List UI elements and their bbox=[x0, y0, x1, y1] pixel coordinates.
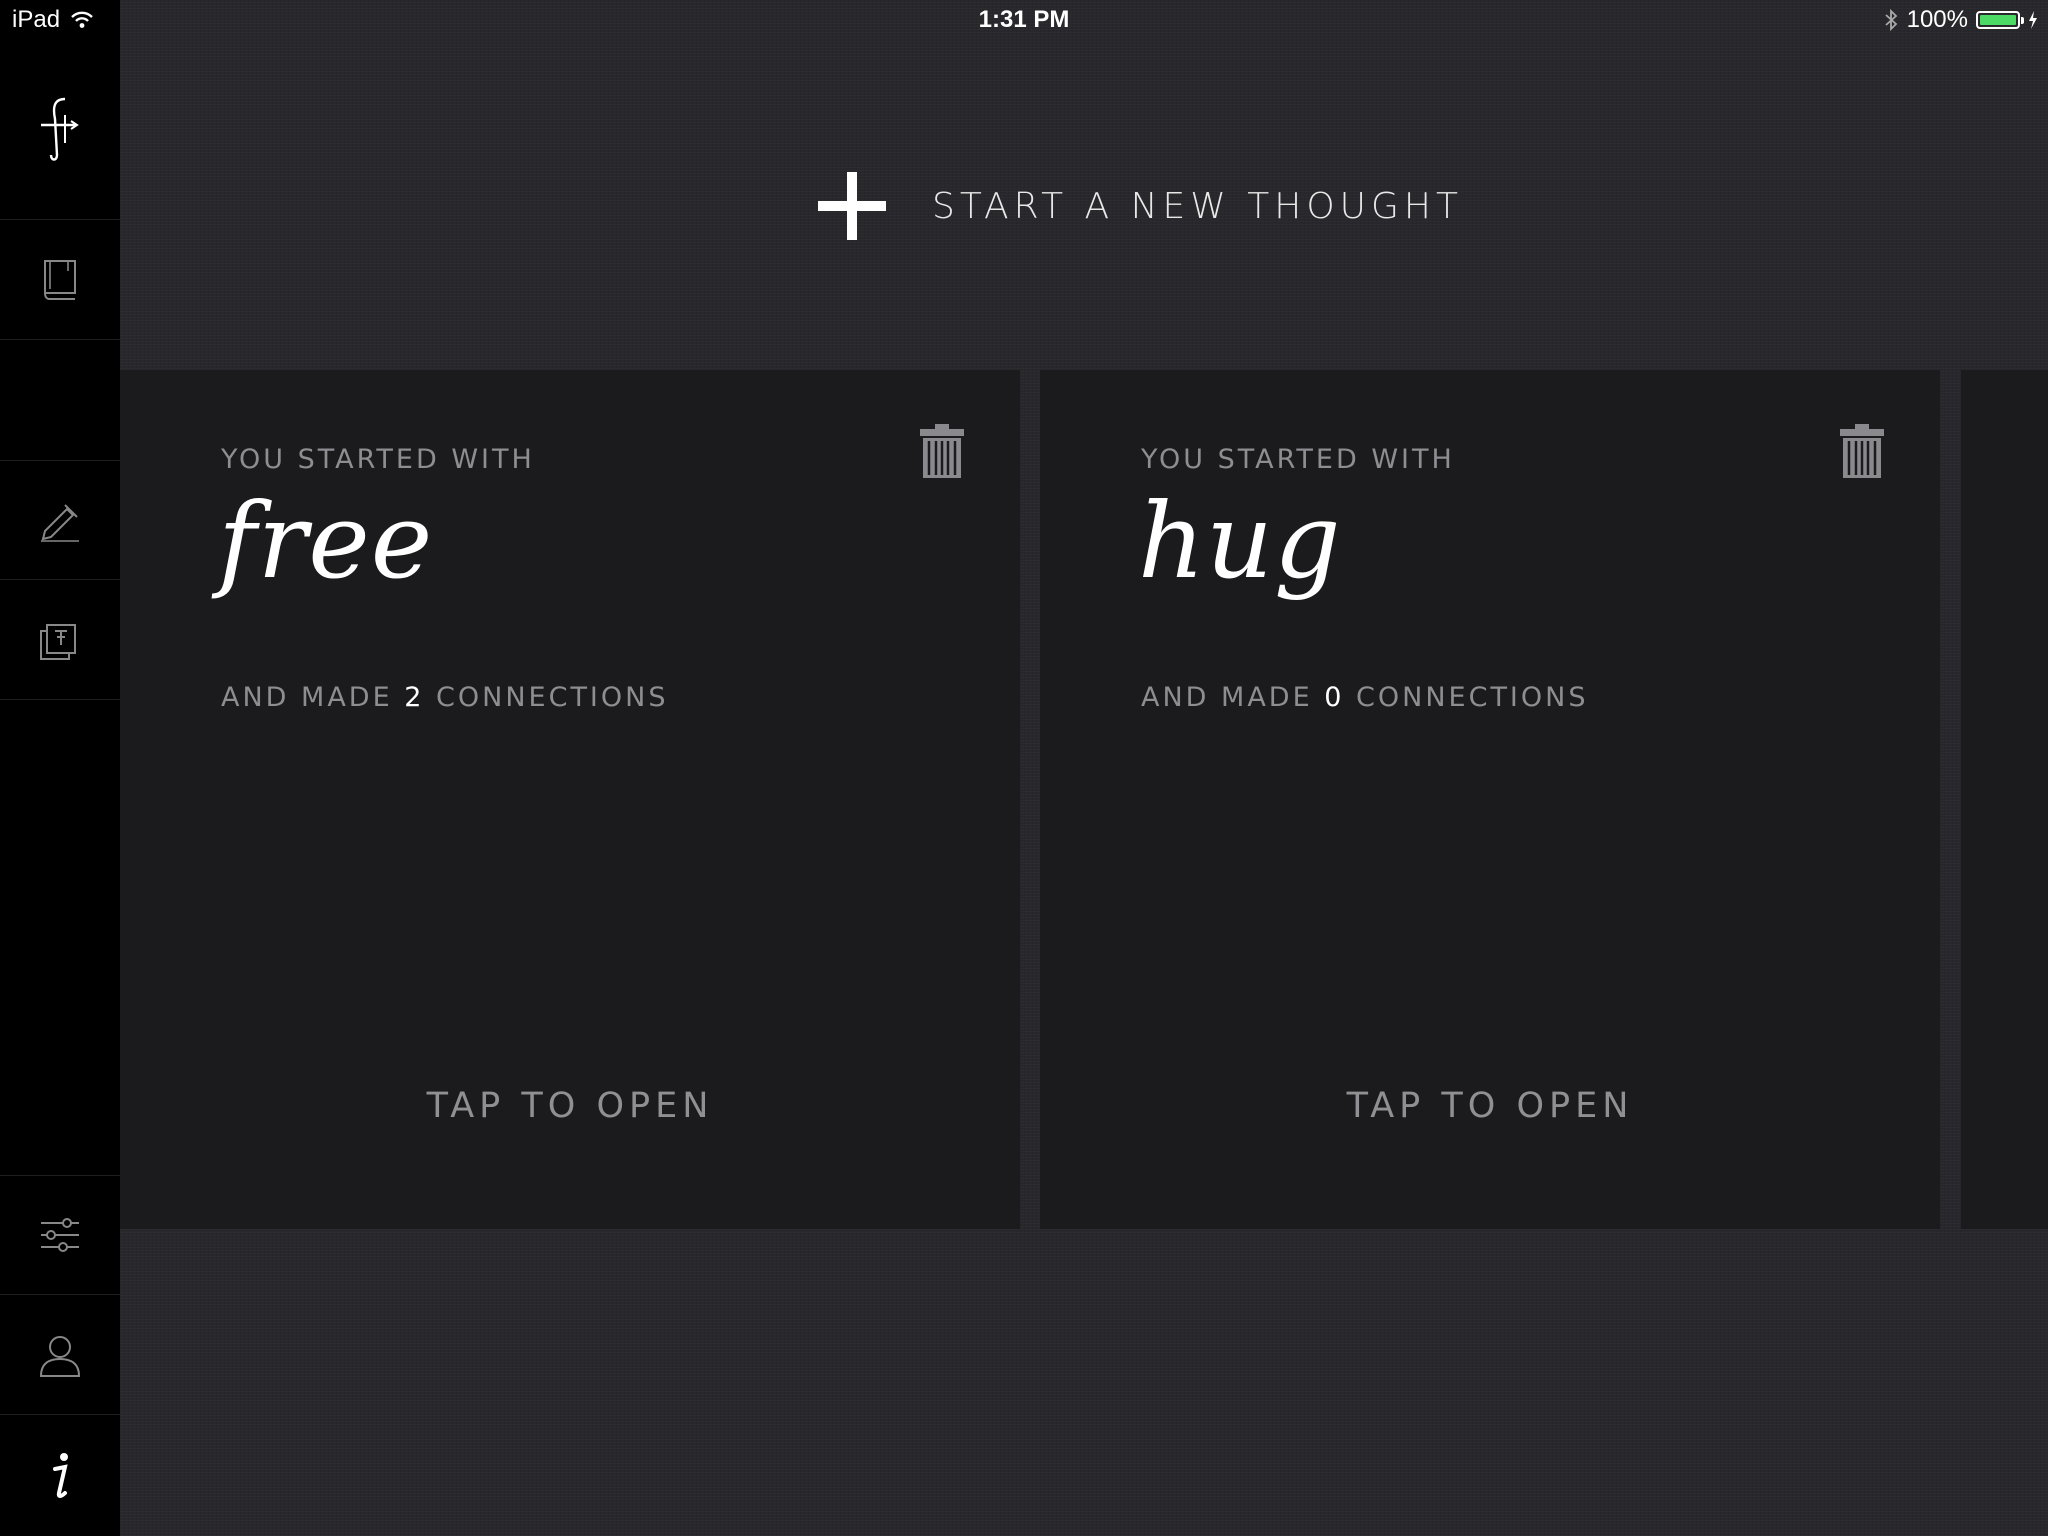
pen-icon bbox=[41, 504, 79, 542]
person-icon bbox=[39, 1335, 81, 1377]
tap-to-open-label[interactable]: TAP TO OPEN bbox=[1040, 1086, 1940, 1126]
sidebar-item-info[interactable] bbox=[0, 1415, 120, 1536]
trash-icon[interactable] bbox=[1840, 424, 1884, 478]
card-eyebrow: YOU STARTED WITH bbox=[221, 444, 535, 475]
card-word: free bbox=[218, 480, 434, 602]
thought-card-partial[interactable] bbox=[1961, 370, 2048, 1229]
info-icon bbox=[53, 1452, 68, 1498]
card-connections: AND MADE 2 CONNECTIONS bbox=[221, 682, 669, 713]
tap-to-open-label[interactable]: TAP TO OPEN bbox=[120, 1086, 1020, 1126]
connections-suffix: CONNECTIONS bbox=[1356, 682, 1589, 713]
status-bar: iPad 1:31 PM 100% bbox=[0, 0, 2048, 40]
connections-suffix: CONNECTIONS bbox=[436, 682, 669, 713]
new-thought-label: START A NEW THOUGHT bbox=[932, 185, 1463, 227]
new-thought-button[interactable]: START A NEW THOUGHT bbox=[818, 172, 1463, 240]
charging-icon bbox=[2029, 11, 2037, 29]
plus-icon bbox=[818, 172, 886, 240]
sidebar-item-library[interactable] bbox=[0, 220, 120, 340]
connections-prefix: AND MADE bbox=[221, 682, 393, 713]
sidebar-item-profile[interactable] bbox=[0, 1295, 120, 1415]
connections-prefix: AND MADE bbox=[1141, 682, 1313, 713]
sidebar-item-blank[interactable] bbox=[0, 340, 120, 461]
connections-count: 0 bbox=[1324, 682, 1345, 713]
battery-percent: 100% bbox=[1906, 6, 1968, 33]
thought-card-hug[interactable]: YOU STARTED WITH hug AND MADE 0 CONNECTI… bbox=[1040, 370, 1940, 1229]
app-logo-icon bbox=[41, 97, 79, 161]
sidebar-item-write[interactable] bbox=[0, 461, 120, 580]
book-icon bbox=[44, 259, 76, 300]
card-eyebrow: YOU STARTED WITH bbox=[1141, 444, 1455, 475]
sidebar-item-settings[interactable] bbox=[0, 1175, 120, 1295]
sidebar-item-pinned[interactable] bbox=[0, 580, 120, 700]
trash-icon[interactable] bbox=[920, 424, 964, 478]
sliders-icon bbox=[41, 1218, 79, 1252]
connections-count: 2 bbox=[404, 682, 425, 713]
sidebar bbox=[0, 0, 120, 1536]
app-screen: iPad 1:31 PM 100% START A NEW THOUGHT YO… bbox=[0, 0, 2048, 1536]
status-time: 1:31 PM bbox=[978, 6, 1070, 33]
sidebar-item-logo[interactable] bbox=[0, 40, 120, 220]
battery-fill bbox=[1980, 15, 2016, 25]
card-connections: AND MADE 0 CONNECTIONS bbox=[1141, 682, 1589, 713]
card-word: hug bbox=[1138, 480, 1342, 602]
thought-card-free[interactable]: YOU STARTED WITH free AND MADE 2 CONNECT… bbox=[120, 370, 1020, 1229]
bluetooth-icon bbox=[1885, 8, 1897, 32]
pinned-cards-icon bbox=[40, 623, 76, 660]
status-right: 100% bbox=[1883, 6, 2038, 34]
battery-icon bbox=[1976, 11, 2024, 29]
